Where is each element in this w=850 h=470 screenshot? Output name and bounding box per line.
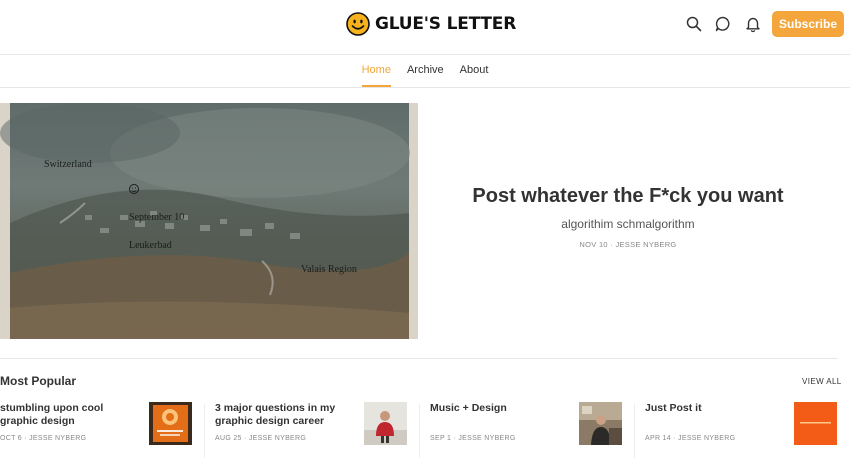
site-header: GLUE'S LETTER Subscribe (0, 0, 850, 55)
post-title[interactable]: Music + Design (430, 402, 570, 415)
subscribe-button[interactable]: Subscribe (772, 11, 844, 37)
post-thumbnail[interactable] (364, 402, 407, 445)
card-divider (634, 404, 635, 458)
post-meta: OCT 6 · JESSE NYBERG (0, 435, 87, 442)
studio-photo-thumbnail (579, 402, 622, 445)
smiley-logo-icon (346, 12, 370, 36)
hero-post-info: Post whatever the F*ck you want algorith… (418, 185, 838, 249)
post-meta: AUG 25 · JESSE NYBERG (215, 435, 307, 442)
post-meta: SEP 1 · JESSE NYBERG (430, 435, 516, 442)
card-divider (419, 404, 420, 458)
post-thumbnail[interactable] (149, 402, 192, 445)
hero-image[interactable]: Switzerland September 10 Leukerbad Valai… (0, 103, 418, 339)
popular-post-card[interactable]: Just Post it APR 14 · JESSE NYBERG (645, 402, 850, 456)
section-divider (0, 358, 838, 359)
post-title[interactable]: 3 major questions in my graphic design c… (215, 402, 355, 428)
site-logo[interactable]: GLUE'S LETTER (346, 11, 516, 37)
post-thumbnail[interactable] (579, 402, 622, 445)
post-meta: APR 14 · JESSE NYBERG (645, 435, 736, 442)
post-thumbnail[interactable] (794, 402, 837, 445)
bell-icon[interactable] (744, 15, 762, 33)
tab-about[interactable]: About (460, 54, 489, 87)
most-popular-heading: Most Popular (0, 374, 77, 388)
orange-graphic-thumbnail (794, 402, 837, 445)
tab-archive[interactable]: Archive (407, 54, 444, 87)
card-divider (204, 404, 205, 458)
popular-post-card[interactable]: stumbling upon cool graphic design OCT 6… (0, 402, 205, 456)
brand-name: GLUE'S LETTER (375, 14, 517, 34)
tab-home[interactable]: Home (361, 54, 392, 87)
hero-post-subtitle: algorithim schmalgorithm (561, 217, 695, 231)
hero-post-title[interactable]: Post whatever the F*ck you want (418, 185, 838, 208)
view-all-link[interactable]: VIEW ALL (802, 377, 842, 386)
post-title[interactable]: stumbling upon cool graphic design (0, 402, 140, 428)
main-nav: Home Archive About (0, 54, 850, 88)
image-label-date: September 10 (129, 212, 185, 223)
search-icon[interactable] (685, 15, 703, 33)
portrait-photo-thumbnail (364, 402, 407, 445)
image-label-place: Leukerbad (129, 240, 172, 251)
image-label-country: Switzerland (44, 159, 92, 170)
hero-post-meta: NOV 10 · JESSE NYBERG (579, 240, 677, 249)
chat-icon[interactable] (714, 15, 732, 33)
popular-post-card[interactable]: Music + Design SEP 1 · JESSE NYBERG (430, 402, 635, 456)
orange-poster-thumbnail (149, 402, 192, 445)
popular-post-card[interactable]: 3 major questions in my graphic design c… (215, 402, 420, 456)
image-label-region: Valais Region (301, 264, 357, 275)
landscape-photo (0, 103, 418, 339)
post-title[interactable]: Just Post it (645, 402, 785, 415)
